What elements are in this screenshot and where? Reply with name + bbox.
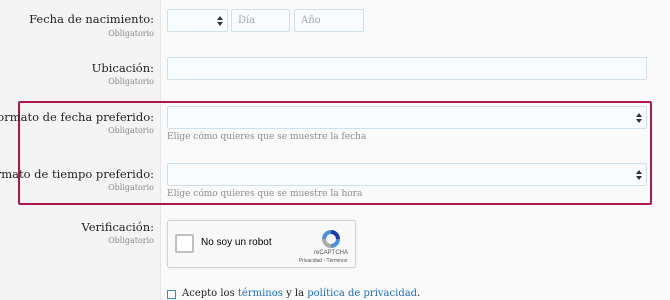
accept-terms-middle: y la [282,288,308,299]
time-format-hint: Elige cómo quieres que se muestre la hor… [167,189,363,199]
recaptcha-links: Privacidad - Términos [294,258,352,264]
select-arrows-icon [636,169,642,180]
birth-year-input[interactable]: Año [294,9,364,32]
recaptcha-privacy-link[interactable]: Privacidad [299,258,322,264]
time-format-required: Obligatorio [108,183,154,192]
time-format-select[interactable] [167,163,647,186]
birth-month-select[interactable] [167,9,228,32]
accept-terms-checkbox[interactable] [167,290,176,299]
recaptcha-brand: reCAPTCHA [313,250,348,256]
select-arrows-icon [217,15,223,26]
recaptcha-checkbox[interactable] [175,234,194,253]
birth-day-placeholder: Día [238,15,256,26]
date-format-label: Formato de fecha preferido: [0,110,154,124]
recaptcha-logo-icon [322,230,340,248]
verification-required: Obligatorio [108,236,154,245]
birthdate-required: Obligatorio [108,29,154,38]
privacy-policy-link[interactable]: política de privacidad [307,288,417,299]
terms-link[interactable]: términos [238,288,283,299]
location-label: Ubicación: [91,61,154,75]
date-format-required: Obligatorio [108,126,154,135]
select-arrows-icon [636,112,642,123]
recaptcha-terms-link[interactable]: Términos [326,258,347,264]
accept-terms-prefix: Acepto los [182,288,238,299]
time-format-label: Formato de tiempo preferido: [0,167,154,181]
location-required: Obligatorio [108,77,154,86]
date-format-select[interactable] [167,106,647,129]
recaptcha-widget: No soy un robot reCAPTCHA Privacidad - T… [167,220,356,268]
birth-day-input[interactable]: Día [231,9,290,32]
verification-label: Verificación: [81,220,154,234]
birthdate-label: Fecha de nacimiento: [29,12,154,26]
accept-terms-text: Acepto los términos y la política de pri… [182,288,420,299]
location-input[interactable] [167,57,647,80]
date-format-hint: Elige cómo quieres que se muestre la fec… [167,132,367,142]
birth-year-placeholder: Año [301,15,321,26]
accept-terms-suffix: . [417,288,421,299]
recaptcha-label: No soy un robot [201,237,272,248]
